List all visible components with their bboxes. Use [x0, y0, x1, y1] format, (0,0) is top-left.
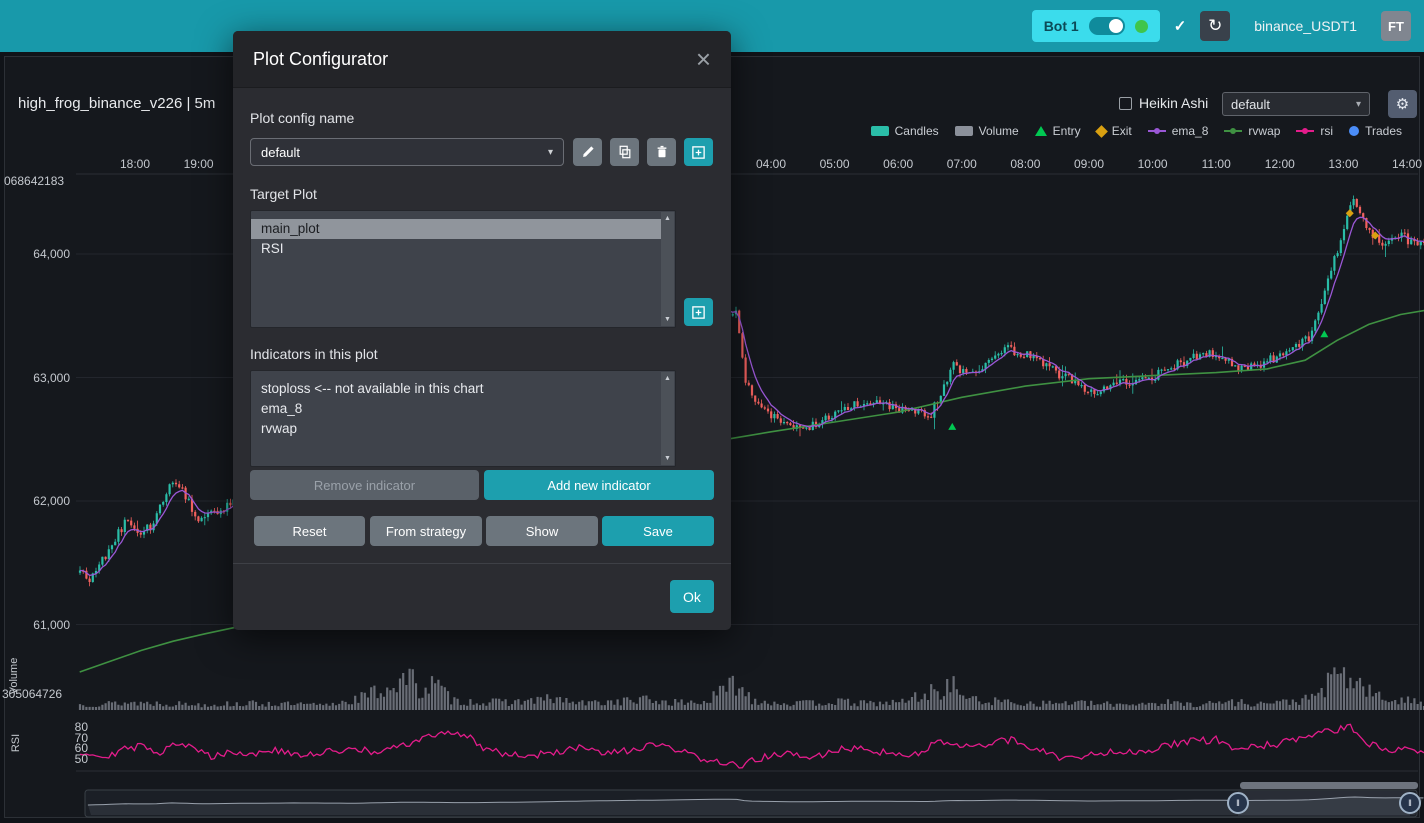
chart-legend: Candles Volume Entry Exit ema_8 rvwap rsi Trade… [871, 124, 1402, 138]
check-icon: ✓ [1174, 17, 1187, 35]
legend-label: rvwap [1248, 124, 1280, 138]
toggle-knob [1109, 19, 1123, 33]
legend-label: Candles [895, 124, 939, 138]
rename-config-button[interactable] [573, 138, 602, 166]
plot-configurator-modal: Plot Configurator × Plot config name def… [233, 31, 731, 630]
legend-item-rsi[interactable]: rsi [1296, 124, 1333, 138]
candles-legend-icon [871, 126, 889, 136]
legend-item-volume[interactable]: Volume [955, 124, 1019, 138]
copy-icon [618, 145, 632, 159]
user-avatar[interactable]: FT [1381, 11, 1411, 41]
listbox-scrollbar[interactable]: ▲ ▼ [661, 372, 674, 465]
legend-label: Volume [979, 124, 1019, 138]
trash-icon [655, 145, 669, 159]
target-plot-label: Target Plot [250, 186, 317, 202]
heikin-ashi-label: Heikin Ashi [1139, 95, 1208, 111]
legend-label: Exit [1112, 124, 1132, 138]
bot-name-label: Bot 1 [1044, 18, 1079, 34]
legend-label: Entry [1053, 124, 1081, 138]
refresh-icon: ↻ [1208, 16, 1222, 36]
scroll-down-icon: ▼ [664, 455, 671, 462]
scroll-up-icon: ▲ [664, 375, 671, 382]
legend-label: rsi [1320, 124, 1333, 138]
show-button[interactable]: Show [486, 516, 598, 546]
config-name-label: Plot config name [250, 110, 354, 126]
modal-header: Plot Configurator × [233, 31, 731, 88]
chart-horizontal-scrollbar[interactable] [1240, 782, 1418, 789]
pause-icon: ‖ [1408, 798, 1412, 808]
indicator-item[interactable]: ema_8 [251, 399, 661, 419]
gear-icon: ⚙ [1396, 95, 1409, 113]
rsi-legend-icon [1296, 126, 1314, 136]
instance-name: binance_USDT1 [1254, 18, 1357, 34]
strategy-title: high_frog_binance_v226 | 5m [18, 95, 215, 112]
indicator-item[interactable]: rvwap [251, 419, 661, 439]
legend-item-rvwap[interactable]: rvwap [1224, 124, 1280, 138]
refresh-button[interactable]: ↻ [1200, 11, 1230, 41]
indicators-listbox[interactable]: stoploss <-- not available in this chart… [250, 370, 676, 467]
bot-toggle[interactable] [1089, 17, 1125, 35]
legend-label: ema_8 [1172, 124, 1209, 138]
bot-selector[interactable]: Bot 1 [1032, 10, 1160, 42]
heikin-ashi-checkbox[interactable] [1119, 97, 1132, 110]
ok-button[interactable]: Ok [670, 580, 714, 613]
chevron-down-icon: ▾ [548, 147, 553, 158]
rsi-axis-label: RSI [10, 728, 22, 758]
legend-item-exit[interactable]: Exit [1097, 124, 1132, 138]
add-new-indicator-button[interactable]: Add new indicator [484, 470, 714, 500]
listbox-scrollbar[interactable]: ▲ ▼ [661, 212, 674, 326]
target-plot-item[interactable]: RSI [251, 239, 661, 259]
modal-title: Plot Configurator [253, 49, 388, 70]
datazoom-right-handle[interactable]: ‖ [1399, 792, 1421, 814]
config-name-select-value: default [261, 145, 300, 160]
volume-axis-value-label: 305064726 [2, 687, 62, 701]
legend-item-trades[interactable]: Trades [1349, 124, 1402, 138]
plot-config-select-value: default [1231, 97, 1270, 112]
target-plot-item[interactable]: main_plot [251, 219, 661, 239]
volume-legend-icon [955, 126, 973, 136]
bot-online-indicator [1135, 20, 1148, 33]
plot-settings-button[interactable]: ⚙ [1388, 90, 1417, 118]
trades-legend-icon [1349, 126, 1359, 136]
modal-footer-divider [233, 563, 731, 564]
chevron-down-icon: ▾ [1356, 99, 1361, 110]
indicators-label: Indicators in this plot [250, 346, 378, 362]
remove-indicator-button[interactable]: Remove indicator [250, 470, 479, 500]
legend-item-entry[interactable]: Entry [1035, 124, 1081, 138]
config-name-select[interactable]: default ▾ [250, 138, 564, 166]
close-icon[interactable]: × [696, 46, 711, 72]
datazoom-left-handle[interactable]: ‖ [1227, 792, 1249, 814]
plus-square-icon [691, 305, 706, 320]
pencil-icon [581, 145, 595, 159]
duplicate-config-button[interactable] [610, 138, 639, 166]
pause-icon: ‖ [1236, 798, 1240, 808]
indicator-item[interactable]: stoploss <-- not available in this chart [251, 379, 661, 399]
plus-square-icon [691, 145, 706, 160]
target-plot-listbox[interactable]: main_plotRSI ▲ ▼ [250, 210, 676, 328]
y-axis-max-label: 068642183 [4, 174, 64, 188]
scroll-down-icon: ▼ [664, 316, 671, 323]
entry-legend-icon [1035, 126, 1047, 136]
legend-item-candles[interactable]: Candles [871, 124, 939, 138]
save-button[interactable]: Save [602, 516, 714, 546]
ema_8-legend-icon [1148, 126, 1166, 136]
scroll-up-icon: ▲ [664, 215, 671, 222]
add-config-button[interactable] [684, 138, 713, 166]
delete-config-button[interactable] [647, 138, 676, 166]
rvwap-legend-icon [1224, 126, 1242, 136]
legend-label: Trades [1365, 124, 1402, 138]
plot-config-select[interactable]: default ▾ [1222, 92, 1370, 116]
exit-legend-icon [1095, 125, 1108, 138]
reset-button[interactable]: Reset [254, 516, 365, 546]
legend-item-ema_8[interactable]: ema_8 [1148, 124, 1209, 138]
from-strategy-button[interactable]: From strategy [370, 516, 482, 546]
add-target-plot-button[interactable] [684, 298, 713, 326]
